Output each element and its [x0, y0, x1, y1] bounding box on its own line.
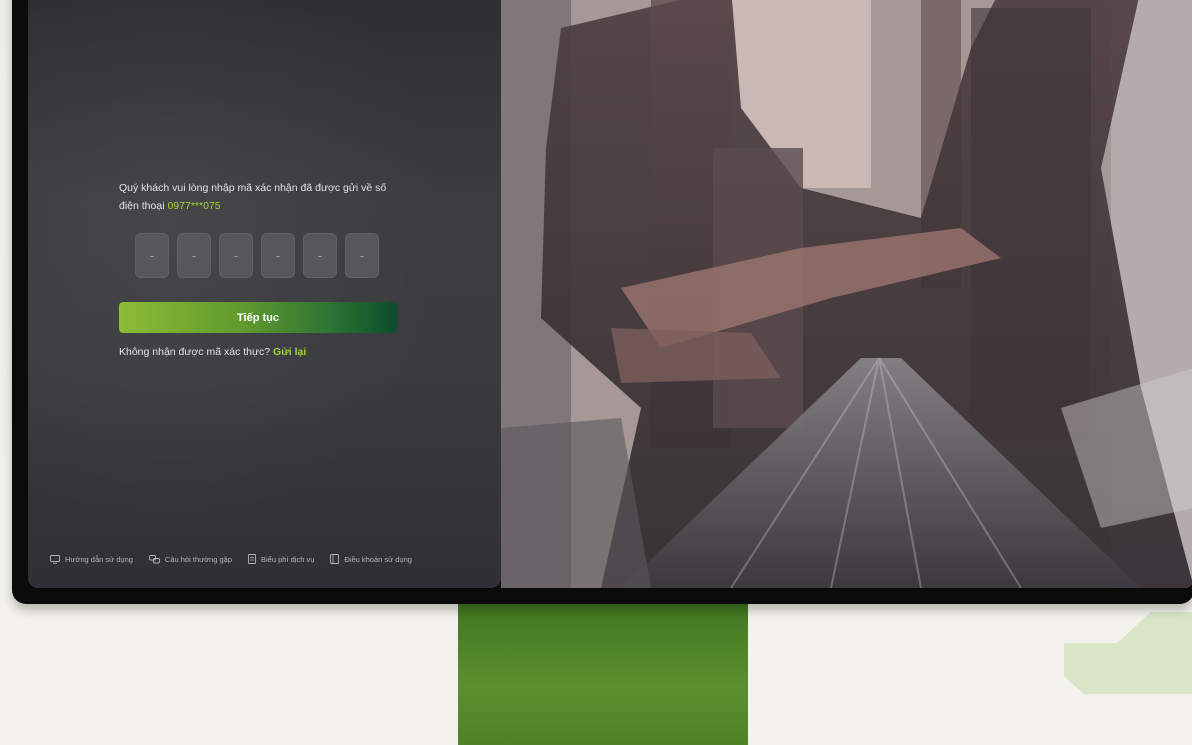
- otp-digit-input-4[interactable]: -: [261, 233, 295, 278]
- resend-link[interactable]: Gửi lại: [273, 346, 306, 358]
- otp-digit-input-5[interactable]: -: [303, 233, 337, 278]
- footer-link-label: Điều khoản sử dụng: [344, 554, 412, 564]
- chat-bubbles-icon: [148, 554, 160, 563]
- otp-instruction: Quý khách vui lòng nhập mã xác nhận đã đ…: [119, 179, 409, 215]
- footer-link-user-guide[interactable]: Hướng dẫn sử dụng: [50, 555, 133, 564]
- footer-link-terms[interactable]: Điều khoản sử dụng: [330, 554, 412, 564]
- otp-digit-input-3[interactable]: -: [219, 233, 253, 278]
- otp-input-group: - - - - - -: [135, 233, 379, 278]
- footer-links: Hướng dẫn sử dụng Câu hỏi thường gặp Biể…: [50, 554, 412, 564]
- footer-link-label: Câu hỏi thường gặp: [164, 554, 232, 564]
- otp-digit-input-1[interactable]: -: [135, 233, 169, 278]
- masked-phone-number: 0977***075: [167, 200, 221, 212]
- terms-book-icon: [330, 554, 340, 564]
- otp-instruction-text: Quý khách vui lòng nhập mã xác nhận đã đ…: [119, 182, 387, 212]
- document-icon: [248, 554, 256, 564]
- hero-photo: [501, 0, 1192, 588]
- resend-prompt: Không nhận được mã xác thực?: [119, 346, 274, 358]
- monitor-stand: [458, 600, 748, 745]
- footer-link-faq[interactable]: Câu hỏi thường gặp: [148, 554, 232, 564]
- continue-button[interactable]: Tiếp tục: [119, 302, 397, 333]
- decorative-green-shape: [1064, 612, 1192, 694]
- monitor-screen: Quý khách vui lòng nhập mã xác nhận đã đ…: [28, 0, 1192, 588]
- monitor-frame: Quý khách vui lòng nhập mã xác nhận đã đ…: [12, 0, 1192, 604]
- monitor-icon: [50, 554, 60, 564]
- footer-link-label: Biểu phí dịch vụ: [261, 554, 315, 564]
- footer-link-service-fees[interactable]: Biểu phí dịch vụ: [248, 554, 314, 564]
- resend-row: Không nhận được mã xác thực? Gửi lại: [119, 346, 306, 358]
- otp-digit-input-2[interactable]: -: [177, 233, 211, 278]
- otp-digit-input-6[interactable]: -: [345, 233, 379, 278]
- footer-link-label: Hướng dẫn sử dụng: [65, 554, 133, 564]
- otp-panel: Quý khách vui lòng nhập mã xác nhận đã đ…: [28, 0, 501, 588]
- businessman-city-double-exposure-image: [501, 0, 1192, 588]
